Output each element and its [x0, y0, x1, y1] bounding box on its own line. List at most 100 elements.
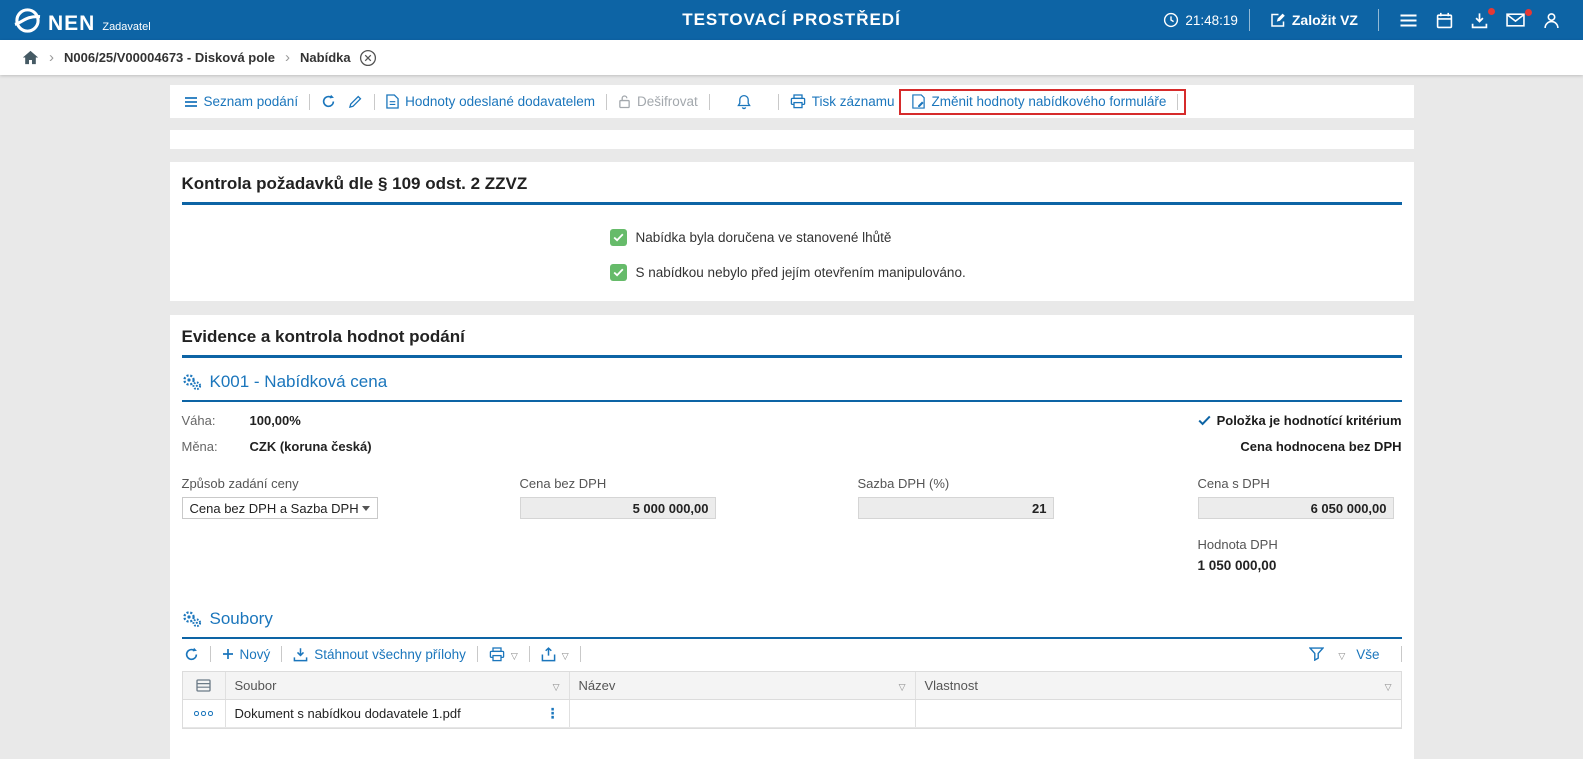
toolbar-separator [374, 94, 375, 110]
cell-actions-icon[interactable] [546, 705, 560, 722]
create-vz-button[interactable]: Založit VZ [1261, 8, 1367, 32]
column-header-nazev[interactable]: Název [569, 672, 915, 699]
breadcrumb-current: Nabídka [300, 50, 351, 65]
server-time-value: 21:48:19 [1185, 13, 1238, 28]
brand[interactable]: NEN Zadavatel [14, 7, 151, 34]
toolbar-separator [1177, 94, 1178, 110]
price-excl-vat-input[interactable] [520, 497, 716, 519]
column-header-soubor[interactable]: Soubor [225, 672, 569, 699]
check-blue-icon [1198, 415, 1211, 426]
file-row[interactable]: Dokument s nabídkou dodavatele 1.pdf [183, 700, 1401, 728]
messages-button[interactable] [1497, 9, 1534, 31]
refresh-button[interactable] [319, 94, 338, 109]
menu-button[interactable] [1390, 9, 1427, 32]
vat-rate-input[interactable] [858, 497, 1054, 519]
breadcrumb: N006/25/V00004673 - Disková pole Nabídka [0, 40, 1583, 75]
requirements-section: Kontrola požadavků dle § 109 odst. 2 ZZV… [170, 162, 1414, 301]
price-incl-vat-input[interactable] [1198, 497, 1394, 519]
toolbar-separator [580, 646, 581, 662]
check-ok-icon [610, 229, 627, 246]
weight-label: Váha: [182, 413, 250, 428]
toolbar-separator [281, 646, 282, 662]
vat-rate-field: Sazba DPH (%) [858, 476, 1198, 519]
price-incl-vat-field: Cena s DPH [1198, 476, 1402, 519]
files-export-button[interactable] [539, 647, 571, 662]
file-name[interactable]: Dokument s nabídkou dodavatele 1.pdf [235, 706, 461, 721]
toolbar-separator [309, 94, 310, 110]
brand-subtitle: Zadavatel [102, 21, 150, 33]
user-button[interactable] [1534, 8, 1569, 33]
price-entry-mode-label: Způsob zadání ceny [182, 476, 520, 491]
sort-caret-icon [1385, 678, 1392, 693]
breadcrumb-separator-icon [49, 49, 54, 66]
sort-caret-icon [899, 678, 906, 693]
currency-label: Měna: [182, 439, 250, 454]
breadcrumb-project[interactable]: N006/25/V00004673 - Disková pole [64, 50, 275, 65]
file-soubor-cell[interactable]: Dokument s nabídkou dodavatele 1.pdf [225, 700, 569, 727]
chevron-down-icon [562, 647, 569, 662]
main-content: Seznam podání [170, 85, 1414, 759]
column-settings-icon [196, 679, 211, 692]
downloads-button[interactable] [1462, 8, 1497, 33]
row-menu-cell[interactable] [183, 700, 225, 727]
gears-icon [182, 610, 202, 628]
chevron-down-icon [1338, 647, 1345, 662]
server-time: 21:48:19 [1163, 12, 1238, 28]
notifications-button[interactable] [735, 94, 753, 110]
k001-header: K001 - Nabídková cena [182, 358, 1402, 400]
filter-button[interactable] [1307, 647, 1326, 661]
files-refresh-button[interactable] [182, 647, 201, 662]
edit-form-icon [911, 94, 926, 109]
toolbar-separator [1401, 646, 1402, 662]
evaluation-note: Cena hodnocena bez DPH [1240, 439, 1401, 454]
file-nazev-cell[interactable] [569, 700, 915, 727]
files-print-button[interactable] [487, 647, 520, 662]
submissions-list-button[interactable]: Seznam podání [182, 94, 301, 109]
view-all-filter-button[interactable]: Vše [1336, 647, 1381, 662]
nen-logo-icon [14, 7, 41, 34]
vat-rate-label: Sazba DPH (%) [858, 476, 1198, 491]
toolbar-separator [709, 94, 710, 110]
calendar-button[interactable] [1427, 8, 1462, 33]
edit-button[interactable] [346, 94, 365, 109]
export-icon [541, 647, 556, 662]
calendar-icon [1436, 12, 1453, 29]
home-icon[interactable] [22, 50, 39, 65]
currency-row: Měna: CZK (koruna česká) Cena hodnocena … [182, 439, 1402, 454]
subsection-rule [182, 400, 1402, 402]
supplier-values-button[interactable]: Hodnoty odeslané dodavatelem [384, 94, 597, 109]
files-title: Soubory [210, 609, 273, 629]
plus-icon [222, 648, 234, 660]
user-icon [1543, 12, 1560, 29]
requirement-check-label: Nabídka byla doručena ve stanovené lhůtě [636, 230, 892, 245]
header-separator [1249, 9, 1250, 31]
new-file-button[interactable]: Nový [220, 647, 273, 662]
row-menu-icon[interactable] [194, 711, 213, 716]
print-record-button[interactable]: Tisk záznamu [788, 94, 897, 109]
requirement-check-row: S nabídkou nebylo před jejím otevřením m… [610, 264, 1402, 281]
toolbar-separator [210, 646, 211, 662]
column-settings-cell[interactable] [183, 672, 225, 699]
currency-value: CZK (koruna česká) [250, 439, 372, 454]
section-rule [182, 202, 1402, 205]
clock-icon [1163, 12, 1179, 28]
file-vlastnost-cell[interactable] [915, 700, 1401, 727]
refresh-icon [321, 94, 336, 109]
download-all-attachments-button[interactable]: Stáhnout všechny přílohy [291, 647, 468, 662]
price-entry-mode-select[interactable]: Cena bez DPH a Sazba DPH [182, 497, 378, 519]
price-excl-vat-label: Cena bez DPH [520, 476, 858, 491]
change-form-values-button[interactable]: Změnit hodnoty nabídkového formuláře [909, 94, 1169, 109]
hamburger-icon [1399, 13, 1418, 28]
header-actions: 21:48:19 Založit VZ [1163, 8, 1569, 33]
evidence-title: Evidence a kontrola hodnot podání [182, 315, 1402, 355]
files-filter-controls: Vše [1307, 646, 1401, 662]
column-header-vlastnost[interactable]: Vlastnost [915, 672, 1401, 699]
toolbar-separator [778, 94, 779, 110]
toolbar-separator [477, 646, 478, 662]
highlighted-action: Změnit hodnoty nabídkového formuláře [899, 89, 1187, 115]
decrypt-button: Dešifrovat [616, 94, 700, 109]
environment-title: TESTOVACÍ PROSTŘEDÍ [682, 10, 901, 30]
close-tab-icon[interactable] [359, 49, 377, 67]
record-toolbar: Seznam podání [170, 85, 1414, 118]
download-icon [293, 647, 308, 662]
